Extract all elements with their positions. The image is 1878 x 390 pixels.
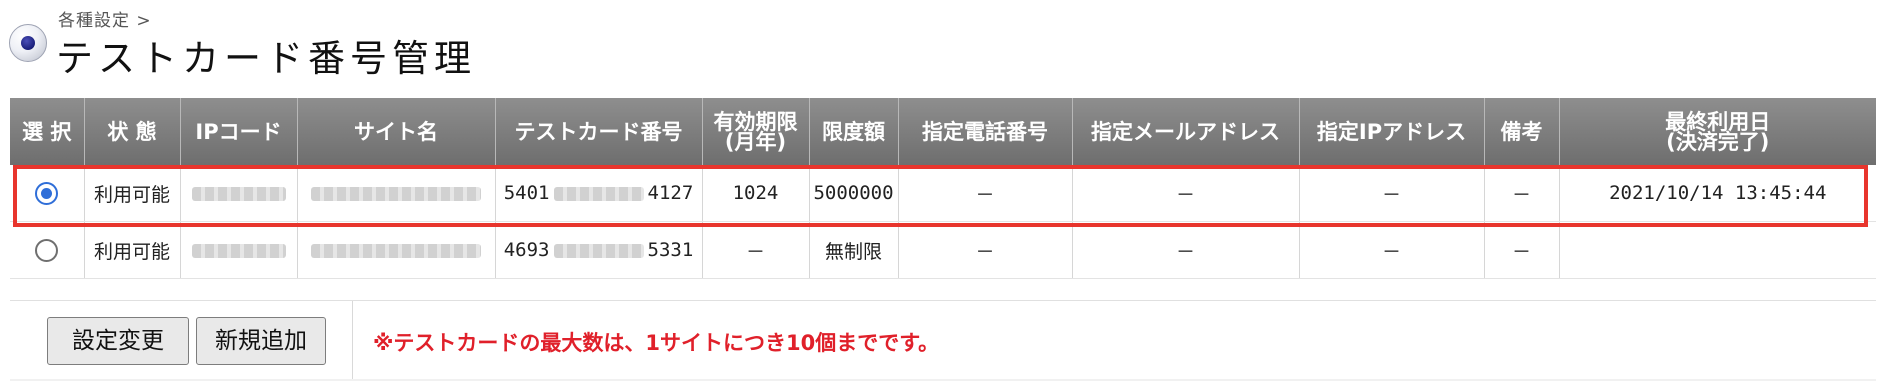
redacted-ip-code xyxy=(191,186,286,201)
table-row: 利用可能 4693 5331 － 無制限 － － － － xyxy=(10,221,1876,279)
col-header-note: 備考 xyxy=(1484,98,1560,165)
redacted-site-name xyxy=(311,243,481,258)
col-header-ip-address: 指定IPアドレス xyxy=(1299,98,1485,165)
col-header-card-number: テストカード番号 xyxy=(495,98,703,165)
table-header-row: 選 択 状 態 IPコード サイト名 テストカード番号 有効期限 (月年) 限度額… xyxy=(10,98,1876,165)
redacted-card-digits xyxy=(553,243,644,258)
ip-address-cell: － xyxy=(1299,221,1485,279)
col-header-last-used: 最終利用日 (決済完了) xyxy=(1559,98,1876,165)
expiry-cell: 1024 xyxy=(702,165,810,222)
status-cell: 利用可能 xyxy=(84,221,181,279)
col-header-expiry: 有効期限 (月年) xyxy=(702,98,810,165)
settings-change-button[interactable]: 設定変更 xyxy=(47,317,189,365)
ip-address-cell: － xyxy=(1299,165,1485,222)
card-number-cell: 4693 5331 xyxy=(495,221,703,279)
note-cell: － xyxy=(1484,221,1560,279)
select-cell xyxy=(10,165,85,222)
redacted-site-name xyxy=(311,186,481,201)
phone-cell: － xyxy=(898,221,1073,279)
max-cards-notice: ※テストカードの最大数は、1サイトにつき10個までです。 xyxy=(373,331,940,355)
page-header: 各種設定 > テストカード番号管理 xyxy=(0,0,1878,96)
email-cell: － xyxy=(1072,165,1300,222)
table-row: 利用可能 5401 4127 1024 5000000 － － － － 2021/… xyxy=(10,165,1876,222)
col-header-limit: 限度額 xyxy=(809,98,899,165)
redacted-card-digits xyxy=(553,186,644,201)
title-bullet-icon xyxy=(9,24,47,62)
card-table-area: 選 択 状 態 IPコード サイト名 テストカード番号 有効期限 (月年) 限度額… xyxy=(10,98,1876,381)
col-header-status: 状 態 xyxy=(84,98,181,165)
site-name-cell xyxy=(297,165,496,222)
page-title: テストカード番号管理 xyxy=(56,37,476,80)
col-header-phone: 指定電話番号 xyxy=(898,98,1073,165)
col-header-site-name: サイト名 xyxy=(297,98,496,165)
select-radio[interactable] xyxy=(35,238,59,262)
limit-cell: 無制限 xyxy=(809,221,899,279)
ip-code-cell xyxy=(180,221,298,279)
add-new-button[interactable]: 新規追加 xyxy=(196,317,326,365)
ip-code-cell xyxy=(180,165,298,222)
site-name-cell xyxy=(297,221,496,279)
col-header-email: 指定メールアドレス xyxy=(1072,98,1300,165)
col-header-select: 選 択 xyxy=(10,98,85,165)
expiry-cell: － xyxy=(702,221,810,279)
phone-cell: － xyxy=(898,165,1073,222)
select-cell xyxy=(10,221,85,279)
last-used-cell: 2021/10/14 13:45:44 xyxy=(1559,165,1876,222)
card-number-cell: 5401 4127 xyxy=(495,165,703,222)
email-cell: － xyxy=(1072,221,1300,279)
select-radio[interactable] xyxy=(35,181,59,205)
last-used-cell xyxy=(1559,221,1876,279)
footer-divider xyxy=(352,301,353,379)
limit-cell: 5000000 xyxy=(809,165,899,222)
note-cell: － xyxy=(1484,165,1560,222)
col-header-ip-code: IPコード xyxy=(180,98,298,165)
action-footer: 設定変更 新規追加 ※テストカードの最大数は、1サイトにつき10個までです。 xyxy=(10,300,1876,379)
status-cell: 利用可能 xyxy=(84,165,181,222)
redacted-ip-code xyxy=(191,243,286,258)
